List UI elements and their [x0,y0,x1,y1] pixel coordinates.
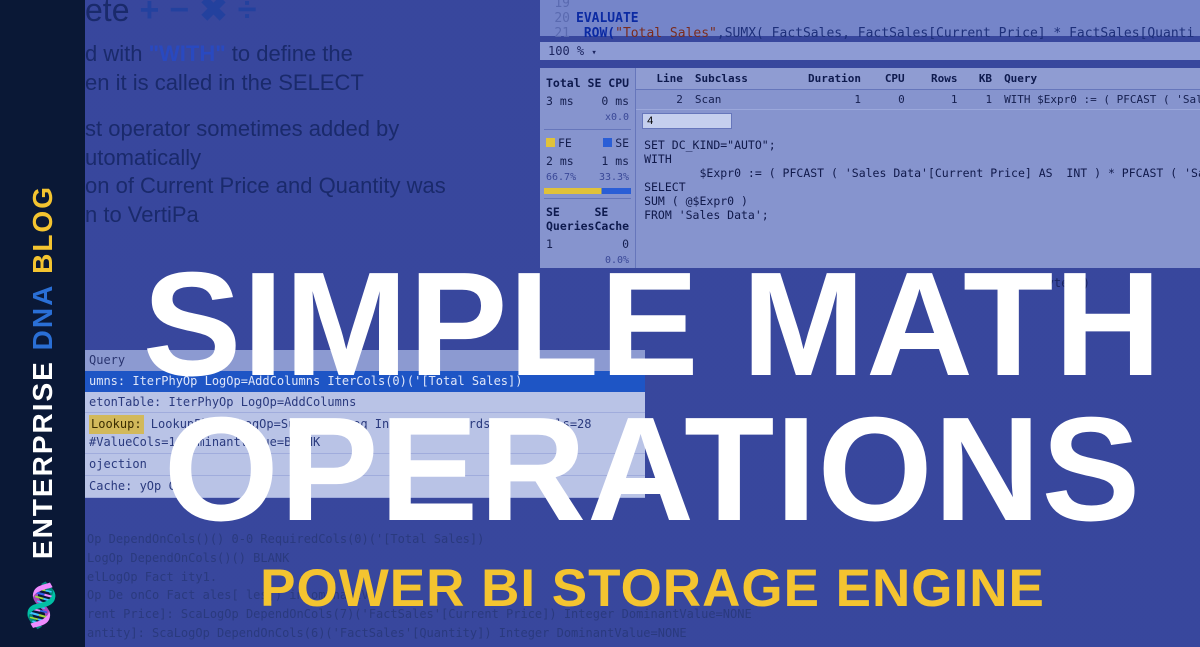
server-timings-panel: TotalSE CPU 3 ms0 ms x0.0 FESE 2 ms1 ms … [540,68,1200,268]
sidebar: ENTERPRISE DNA BLOG 🧬 [0,0,85,647]
subtitle: POWER BI STORAGE ENGINE [125,558,1180,619]
brand-blog: BLOG [27,185,58,274]
plus-icon: + [139,0,159,30]
main-title: SIMPLE MATH OPERATIONS [125,252,1180,542]
brand-enterprise: ENTERPRISE [27,360,58,559]
slide-title-frag: ete [85,0,129,29]
sidebar-brand: ENTERPRISE DNA BLOG [29,185,57,559]
table-row[interactable]: 2 Scan 1 0 1 1 WITH $Expr0 := ( PFCAST (… [636,90,1200,110]
filter-row [636,110,1200,132]
multiply-icon: ✖ [199,0,228,30]
zoom-indicator: 100 % ▾ [540,42,1200,60]
timings-table: Line Subclass Duration CPU Rows KB Query… [636,68,1200,110]
filter-input[interactable] [642,113,732,129]
divide-icon: ÷ [238,0,257,30]
code-editor: 19 20EVALUATE 21 ROW("Total Sales",SUMX(… [540,0,1200,36]
minus-icon: − [169,0,189,30]
title-line-1: SIMPLE MATH [125,252,1180,397]
slide-fragment: ete + − ✖ ÷ d with "WITH" to define the … [85,0,545,230]
fe-se-bar [544,188,631,194]
title-line-2: OPERATIONS [125,397,1180,542]
timings-summary: TotalSE CPU 3 ms0 ms x0.0 FESE 2 ms1 ms … [540,68,636,268]
brand-dna: DNA [27,284,58,351]
dna-icon: 🧬 [16,581,70,632]
